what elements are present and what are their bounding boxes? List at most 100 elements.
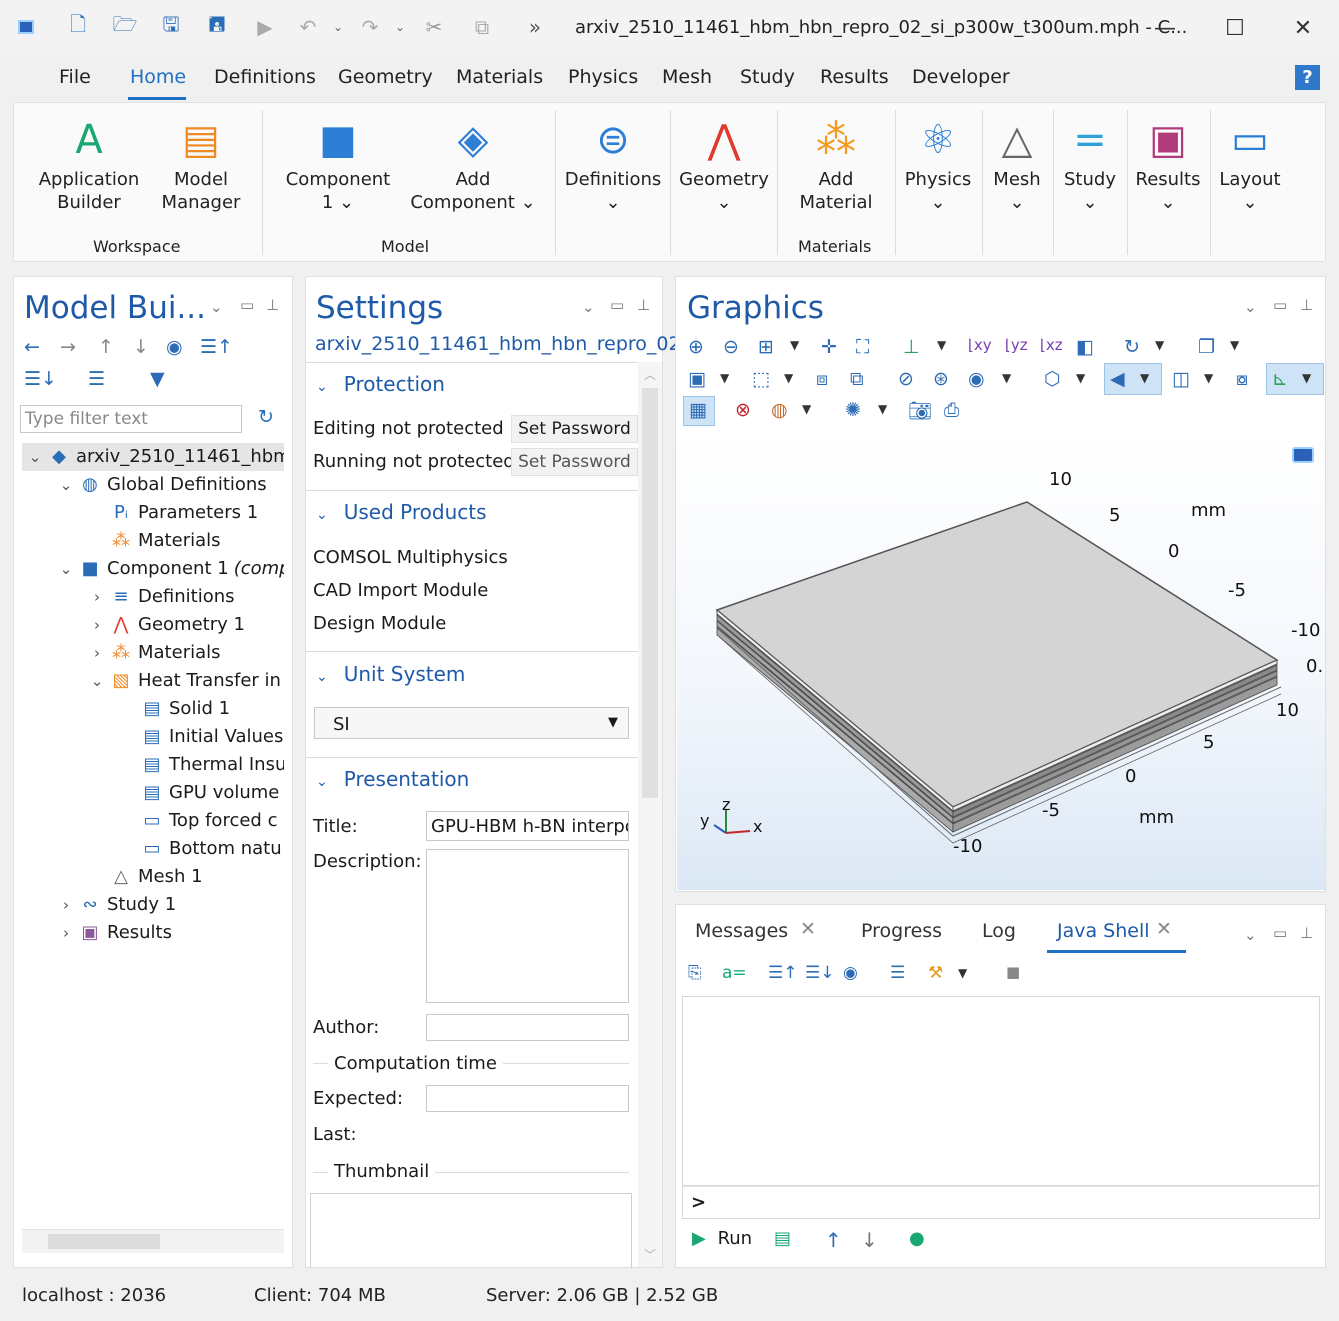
camera-icon[interactable]: 📷︎ [908, 399, 932, 422]
clear-icon[interactable]: ⊗ [735, 399, 751, 421]
print-icon[interactable]: ⎙ [944, 399, 959, 421]
menu-geometry[interactable]: Geometry [338, 66, 433, 88]
redo-dropdown-icon[interactable]: ⌄ [387, 14, 413, 40]
mesh-render-icon[interactable]: ◫ [1172, 368, 1190, 390]
menu-home[interactable]: Home [130, 66, 186, 88]
author-field[interactable] [426, 1014, 629, 1041]
expand-arrow-icon[interactable]: ⌄ [53, 555, 79, 583]
app-logo-icon[interactable] [18, 20, 34, 34]
title-field[interactable]: GPU-HBM h-BN interpo [426, 811, 629, 841]
clear-selection-icon[interactable]: ⧉ [850, 368, 864, 390]
move-up-icon[interactable]: ↑ [98, 336, 114, 358]
menu-physics[interactable]: Physics [568, 66, 638, 88]
panel-pin-icon[interactable]: ⊥ [637, 296, 650, 314]
orientation-dropdown-icon[interactable]: ▼ [937, 338, 946, 352]
close-icon[interactable]: ✕ [800, 918, 816, 940]
tree-item[interactable]: ▭ Top forced c [115, 807, 277, 835]
yz-view-icon[interactable]: ⌊yz [1005, 336, 1028, 354]
tree-item[interactable]: › ⁂ Materials [84, 639, 221, 667]
protection-section-header[interactable]: ⌄ Protection [316, 372, 445, 396]
panel-pin-icon[interactable]: ⊥ [266, 296, 279, 314]
scroll-thumb[interactable] [48, 1234, 160, 1249]
tree-item[interactable]: › ⋀ Geometry 1 [84, 611, 245, 639]
collapse-all-icon[interactable]: ☰ [88, 368, 105, 390]
help-button[interactable]: ? [1295, 65, 1320, 90]
clear-broom-icon[interactable]: ⚒ [928, 963, 943, 983]
variables-icon[interactable]: a= [722, 963, 747, 983]
colors-icon[interactable]: ◍ [771, 399, 788, 421]
maximize-button[interactable]: ☐ [1212, 10, 1258, 46]
study-button[interactable]: = Study ⌄ [1060, 112, 1120, 214]
run-button[interactable]: ▶ Run [692, 1228, 752, 1249]
expand-arrow-icon[interactable]: › [84, 639, 110, 667]
tree-filter-input[interactable]: Type filter text [20, 405, 242, 433]
capture-settings-icon[interactable]: ✺ [845, 399, 861, 421]
results-button[interactable]: ▣ Results ⌄ [1133, 112, 1203, 214]
mesh-button[interactable]: △ Mesh ⌄ [988, 112, 1046, 214]
scroll-down-icon[interactable]: ﹀ [644, 1246, 656, 1263]
panel-pin-icon[interactable]: ⊥ [1300, 924, 1313, 942]
copy-icon[interactable]: ⧉ [469, 14, 495, 40]
unit-system-select[interactable]: SI ▼ [314, 707, 629, 739]
undo-dropdown-icon[interactable]: ⌄ [325, 14, 351, 40]
add-material-button[interactable]: ⁂ Add Material [790, 112, 882, 214]
panel-menu-icon[interactable]: ⌄ [1244, 298, 1257, 316]
scene-light-icon[interactable]: ❐ [1198, 336, 1215, 358]
view-3d-icon[interactable]: ◧ [1076, 336, 1094, 358]
scroll-up-icon[interactable]: ︿ [644, 366, 656, 383]
grid-icon[interactable]: ▦ [689, 399, 707, 421]
expected-field[interactable] [426, 1085, 629, 1112]
wireframe-dropdown-icon[interactable]: ▼ [1076, 371, 1085, 385]
application-builder-button[interactable]: A Application Builder [35, 112, 143, 214]
scroll-thumb[interactable] [642, 388, 658, 798]
scene-dropdown-icon[interactable]: ▼ [1230, 338, 1239, 352]
redo-icon[interactable]: ↷ [357, 14, 383, 40]
expand-arrow-icon[interactable]: › [84, 583, 110, 611]
geometry-button[interactable]: ⋀ Geometry ⌄ [677, 112, 771, 214]
render-box-icon[interactable]: ⧇ [1236, 368, 1248, 390]
tab-java-shell[interactable]: Java Shell [1057, 920, 1150, 942]
show-icon[interactable]: ◉ [843, 963, 858, 983]
rotate-dropdown-icon[interactable]: ▼ [1155, 338, 1164, 352]
more-icon[interactable]: » [522, 14, 548, 40]
menu-materials[interactable]: Materials [456, 66, 543, 88]
tree-item[interactable]: ⌄ ▧ Heat Transfer in [84, 667, 281, 695]
xz-view-icon[interactable]: ⌊xz [1040, 336, 1063, 354]
copy-output-icon[interactable]: ⎘ [688, 963, 702, 983]
select-dropdown-icon[interactable]: ▼ [720, 371, 729, 385]
transparency-icon[interactable]: ◀ [1110, 368, 1125, 390]
zoom-in-icon[interactable]: ⊕ [688, 336, 704, 358]
panel-minimize-icon[interactable]: ▭ [1273, 924, 1287, 942]
tree-scrollbar[interactable] [22, 1229, 284, 1253]
tree-item[interactable]: › ▣ Results [53, 919, 172, 947]
menu-definitions[interactable]: Definitions [214, 66, 316, 88]
zoom-dropdown-icon[interactable]: ▼ [790, 338, 799, 352]
tree-item[interactable]: ▤ Solid 1 [115, 695, 230, 723]
panel-minimize-icon[interactable]: ▭ [1273, 296, 1287, 314]
center-icon[interactable]: ✛ [821, 336, 837, 358]
expand-all-icon[interactable]: ☰↓ [24, 368, 57, 390]
tab-log[interactable]: Log [982, 920, 1016, 942]
tree-item[interactable]: ⌄ ◍ Global Definitions [53, 471, 267, 499]
tree-item[interactable]: △ Mesh 1 [84, 863, 203, 891]
mesh-render-dropdown-icon[interactable]: ▼ [1204, 371, 1213, 385]
model-manager-button[interactable]: ▤ Model Manager [158, 112, 244, 214]
axes-dropdown-icon[interactable]: ▼ [1302, 371, 1311, 385]
panel-menu-icon[interactable]: ⌄ [210, 298, 223, 316]
add-component-button[interactable]: ◈ Add Component ⌄ [410, 112, 536, 214]
run-icon[interactable]: ▶ [252, 14, 278, 40]
panel-menu-icon[interactable]: ⌄ [582, 298, 595, 316]
physics-button[interactable]: ⚛ Physics ⌄ [902, 112, 974, 214]
wireframe-icon[interactable]: ⬡ [1044, 368, 1061, 390]
panel-pin-icon[interactable]: ⊥ [1300, 296, 1313, 314]
axis-orientation-icon[interactable]: ⊥ [903, 336, 920, 358]
panel-minimize-icon[interactable]: ▭ [610, 296, 624, 314]
component-button[interactable]: ■ Component 1 ⌄ [282, 112, 394, 214]
move-down-icon[interactable]: ↓ [133, 336, 149, 358]
forward-arrow-icon[interactable]: → [60, 336, 76, 358]
expand-arrow-icon[interactable]: › [53, 919, 79, 947]
history-up-icon[interactable]: ☰↑ [768, 963, 797, 983]
unit-system-section-header[interactable]: ⌄ Unit System [316, 662, 465, 686]
panel-minimize-icon[interactable]: ▭ [240, 296, 254, 314]
list-icon[interactable]: ☰ [890, 963, 905, 983]
